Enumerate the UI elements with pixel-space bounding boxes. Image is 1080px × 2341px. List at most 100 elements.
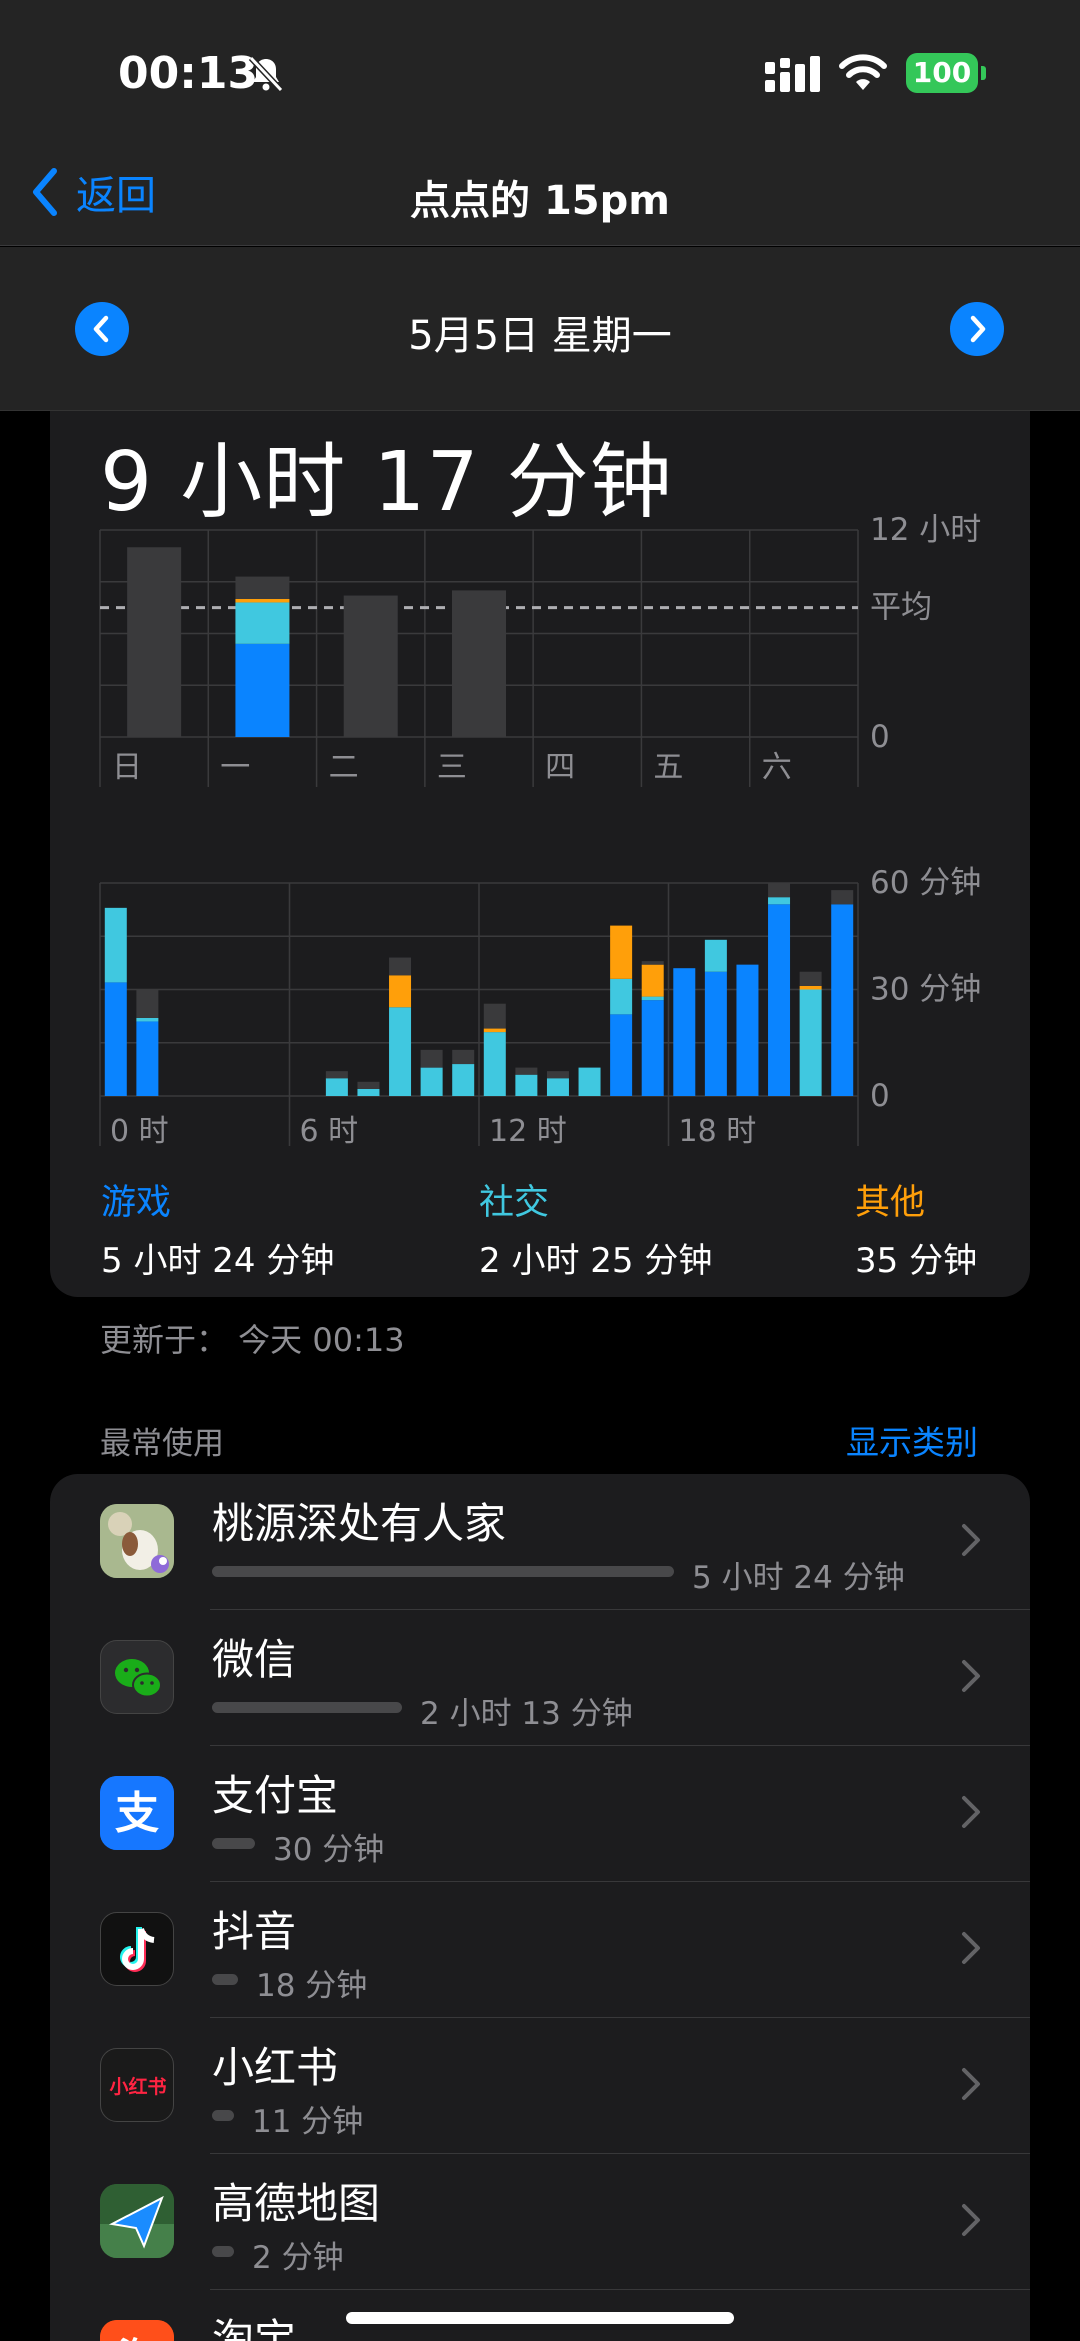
weekly-usage-chart: 日 一 二 三 四 五 六 12 小时平均 0 (99, 512, 981, 787)
status-bar: 00:13 100 (0, 0, 1080, 150)
wechat-icon (100, 1640, 174, 1714)
hourly-bar-segment (452, 1064, 475, 1096)
hourly-y-tick-label: 30 分钟 (870, 972, 981, 1008)
silent-bell-icon (248, 55, 284, 93)
hourly-bar-segment (831, 890, 854, 905)
weekly-y-tick-label: 平均 (870, 590, 932, 626)
amap-icon (100, 2184, 174, 2258)
hourly-bar-segment (515, 1067, 538, 1075)
hourly-bar-segment (420, 1067, 443, 1096)
weekly-bar-segment (343, 595, 398, 737)
app-row-alipay[interactable]: 支 支付宝 30 分钟 (50, 1746, 1030, 1882)
most-used-list: 桃源深处有人家 5 小时 24 分钟 微信 2 小时 13 分钟 支 支付宝 3… (50, 1474, 1030, 2341)
weekly-y-tick-label: 0 (870, 719, 890, 755)
app-duration: 2 分钟 (252, 2240, 344, 2276)
app-duration: 5 小时 24 分钟 (692, 1560, 905, 1596)
app-name: 高德地图 (212, 2179, 381, 2228)
app-duration: 18 分钟 (256, 1968, 368, 2004)
date-navigator: 5月5日 星期一 (0, 247, 1080, 411)
app-row-wechat[interactable]: 微信 2 小时 13 分钟 (50, 1610, 1030, 1746)
app-name: 微信 (212, 1635, 297, 1684)
battery-level: 100 (906, 53, 978, 93)
svg-text:支: 支 (115, 1788, 159, 1839)
hourly-bar-segment (389, 957, 412, 976)
weekly-bar-segment (235, 576, 290, 599)
status-time: 00:13 (118, 48, 259, 99)
hourly-bar-segment (515, 1074, 538, 1096)
battery-icon: 100 (906, 53, 986, 93)
hourly-usage-chart: 0 时 6 时 12 时 18 时 60 分钟 30 分钟 0 (99, 865, 981, 1149)
app-row-amap[interactable]: 高德地图 2 分钟 (50, 2154, 1030, 2290)
hourly-bar-segment (578, 1067, 601, 1096)
weekly-bar-segment (235, 599, 290, 603)
hourly-bar-segment (768, 883, 791, 898)
hour-tick-label: 18 时 (679, 1114, 757, 1149)
weekly-bar-segment (235, 643, 290, 737)
usage-bar (212, 1566, 674, 1577)
hourly-bar-segment (736, 964, 759, 1096)
hour-tick-label: 12 时 (489, 1114, 567, 1149)
next-day-button[interactable] (950, 302, 1004, 356)
hourly-bar-segment (673, 968, 696, 1096)
category-other-value: 35 分钟 (855, 1241, 978, 1281)
screen-time-page: 00:13 100 返回 点点的 15pm 5月5日 星期一 9 小时 17 分… (0, 0, 1080, 2341)
category-other-label: 其他 (855, 1183, 926, 1223)
hourly-bar-segment (452, 1049, 475, 1065)
chevron-right-icon (962, 2204, 980, 2236)
chevron-right-icon (970, 315, 986, 343)
hourly-bar-segment (641, 961, 664, 965)
app-row-taoyuan[interactable]: 桃源深处有人家 5 小时 24 分钟 (50, 1474, 1030, 1610)
category-social: 社交 2 小时 25 分钟 (479, 1174, 712, 1282)
chevron-right-icon (962, 1796, 980, 1828)
svg-text:小红书: 小红书 (109, 2075, 166, 2098)
app-name: 桃源深处有人家 (212, 1499, 507, 1548)
taobao-icon: 淘 (100, 2320, 174, 2341)
hourly-bar-segment (641, 964, 664, 997)
weekly-y-tick-label: 12 小时 (870, 512, 981, 548)
category-other: 其他 35 分钟 (855, 1174, 977, 1282)
updated-timestamp: 更新于： 今天 00:13 (100, 1321, 405, 1359)
weekday-tick-label: 二 (329, 750, 359, 785)
app-row-xiaohongshu[interactable]: 小红书 小红书 11 分钟 (50, 2018, 1030, 2154)
hourly-bar-segment (641, 996, 664, 1001)
hourly-bar-segment (389, 1007, 412, 1096)
game-app-icon (100, 1504, 174, 1578)
weekday-tick-label: 五 (653, 750, 683, 785)
hourly-y-tick-label: 0 (870, 1078, 890, 1114)
hourly-bar-segment (768, 897, 791, 905)
hourly-bar-segment (704, 939, 727, 972)
hourly-bar-segment (136, 1017, 159, 1022)
hourly-bar-segment (389, 975, 412, 1008)
weekday-tick-label: 日 (112, 750, 142, 785)
app-name: 支付宝 (212, 1771, 339, 1820)
app-name: 小红书 (212, 2043, 339, 2092)
cellular-signal-icon (765, 56, 820, 92)
hourly-bar-segment (483, 1003, 506, 1029)
show-categories-button[interactable]: 显示类别 (846, 1416, 978, 1464)
douyin-icon (100, 1912, 174, 1986)
home-indicator[interactable] (346, 2312, 734, 2324)
usage-summary-card: 9 小时 17 分钟 日一二三四五六 12 小时 平均 0 0 时6 时 12 时 18 … (50, 411, 1030, 1297)
date-label: 5月5日 星期一 (408, 313, 672, 359)
category-games-value: 5 小时 24 分钟 (101, 1241, 335, 1281)
hourly-bar-segment (483, 1028, 506, 1033)
usage-bar (212, 2110, 234, 2121)
hour-tick-label: 0 时 (110, 1114, 169, 1149)
category-games: 游戏 5 小时 24 分钟 (101, 1174, 334, 1282)
weekday-tick-label: 一 (220, 750, 250, 785)
chevron-right-icon (962, 1524, 980, 1556)
weekday-tick-label: 六 (762, 750, 792, 785)
hourly-bar-segment (610, 978, 633, 1015)
hourly-bar-segment (325, 1071, 348, 1079)
most-used-header: 最常使用 (100, 1426, 224, 1462)
weekly-bar-segment (127, 547, 182, 737)
usage-bar (212, 2246, 234, 2257)
app-row-douyin[interactable]: 抖音 18 分钟 (50, 1882, 1030, 2018)
hourly-bar-segment (104, 982, 127, 1096)
hourly-bar-segment (768, 904, 791, 1096)
weekly-bar-segment (235, 602, 290, 644)
category-social-value: 2 小时 25 分钟 (479, 1241, 713, 1281)
hourly-bar-segment (610, 1014, 633, 1096)
category-games-label: 游戏 (101, 1183, 172, 1223)
xiaohongshu-icon: 小红书 (100, 2048, 174, 2122)
